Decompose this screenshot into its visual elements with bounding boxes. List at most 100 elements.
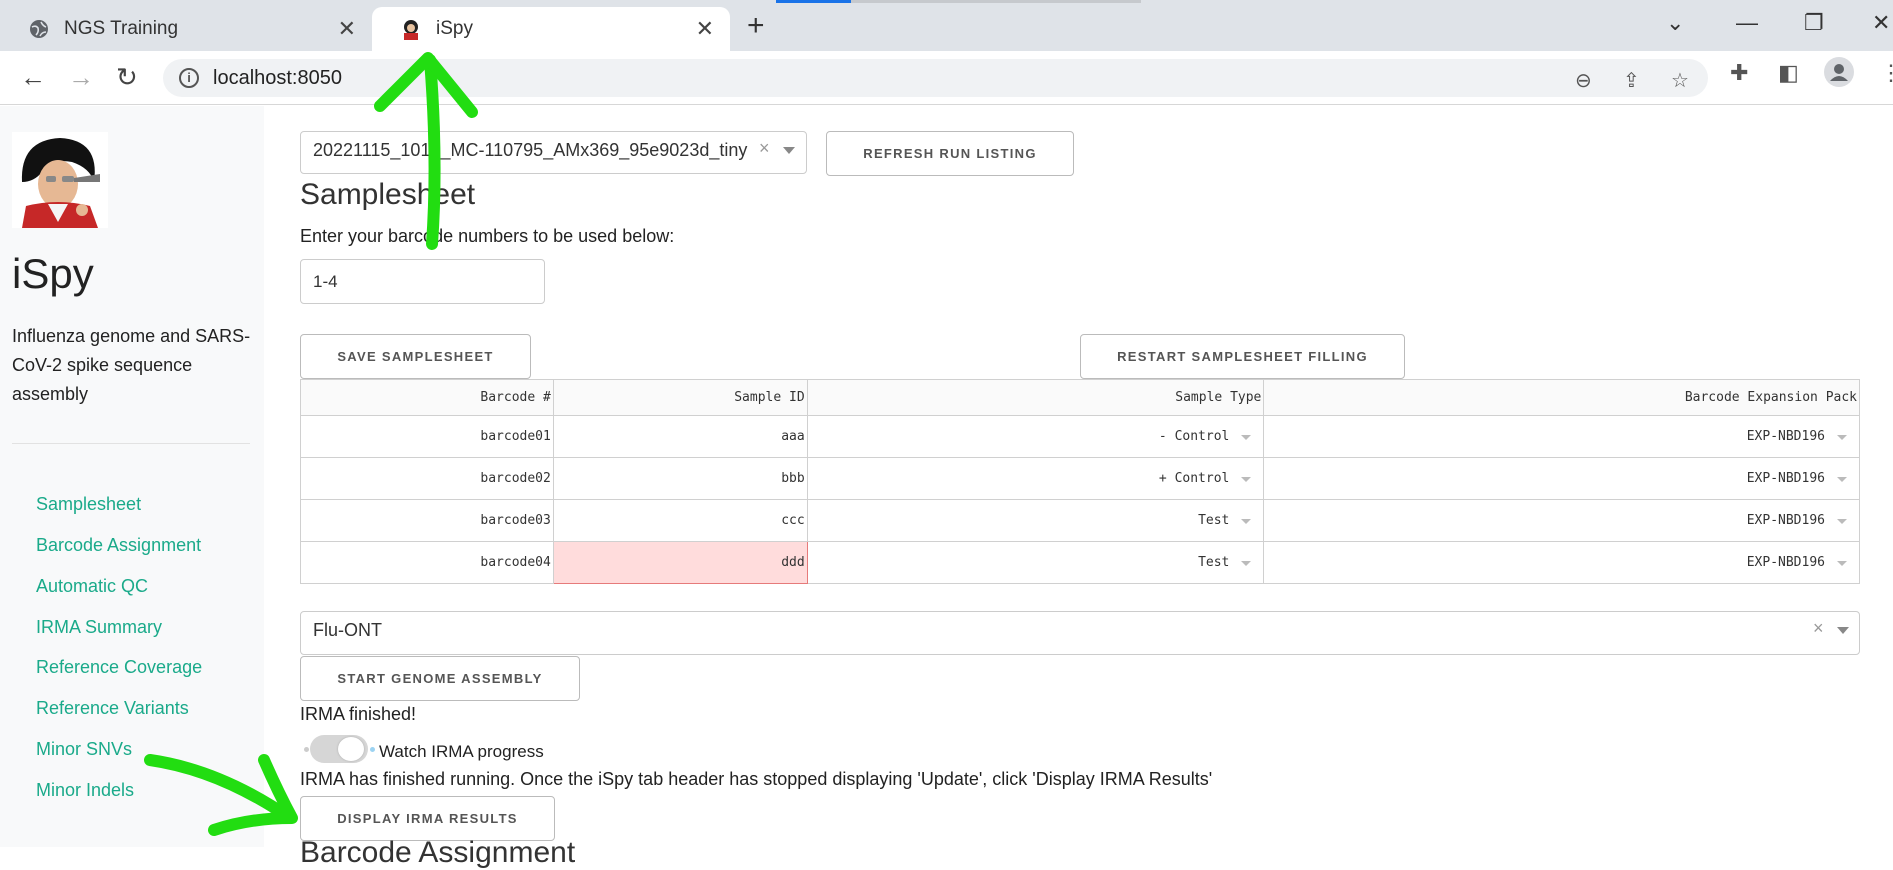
sidebar: iSpy Influenza genome and SARS-CoV-2 spi…: [0, 106, 264, 847]
clear-icon[interactable]: ×: [759, 138, 770, 159]
sample-id-cell[interactable]: bbb: [552, 457, 808, 500]
minimize-icon[interactable]: —: [1736, 10, 1758, 36]
address-bar[interactable]: i localhost:8050 ⊖ ⇪ ☆: [163, 59, 1708, 97]
sample-type-cell[interactable]: + Control: [806, 457, 1265, 500]
nav-link-samplesheet[interactable]: Samplesheet: [36, 494, 141, 515]
barcode-input[interactable]: 1-4: [300, 259, 545, 304]
ispy-favicon-icon: [400, 18, 422, 40]
close-window-icon[interactable]: ✕: [1872, 10, 1890, 36]
irma-status: IRMA finished!: [300, 704, 417, 724]
column-header-barcode[interactable]: Barcode #: [300, 379, 554, 416]
expansion-value: EXP-NBD196: [1746, 429, 1825, 444]
sample-type-cell[interactable]: Test: [806, 499, 1265, 542]
barcode-assignment-heading: Barcode Assignment: [300, 836, 576, 869]
close-icon[interactable]: ✕: [338, 18, 356, 40]
barcode-cell[interactable]: barcode01: [300, 415, 554, 458]
barcode-prompt: Enter your barcode numbers to be used be…: [300, 226, 675, 246]
app-title: iSpy: [12, 250, 94, 297]
bookmark-star-icon[interactable]: ☆: [1671, 68, 1689, 93]
start-genome-assembly-button[interactable]: START GENOME ASSEMBLY: [300, 656, 580, 701]
column-header-sample-id[interactable]: Sample ID: [552, 379, 808, 416]
nav-link-automatic-qc[interactable]: Automatic QC: [36, 576, 148, 597]
site-info-icon[interactable]: i: [179, 68, 199, 88]
restore-icon[interactable]: ❐: [1804, 10, 1824, 36]
chevron-down-icon[interactable]: [1837, 627, 1849, 634]
expansion-cell[interactable]: EXP-NBD196: [1263, 541, 1860, 584]
chevron-down-icon[interactable]: [1837, 435, 1847, 440]
extensions-icon[interactable]: ✚: [1730, 60, 1748, 86]
chevron-down-icon[interactable]: [1241, 477, 1252, 482]
table-header-row: Barcode # Sample ID Sample Type Barcode …: [300, 379, 1860, 416]
nav-link-minor-snvs[interactable]: Minor SNVs: [36, 739, 132, 760]
tab-ispy[interactable]: iSpy ✕: [372, 7, 730, 51]
expansion-cell[interactable]: EXP-NBD196: [1263, 457, 1860, 500]
zoom-out-icon[interactable]: ⊖: [1575, 68, 1592, 93]
column-header-expansion-pack[interactable]: Barcode Expansion Pack: [1263, 379, 1860, 416]
chevron-down-icon[interactable]: [1241, 519, 1252, 524]
restart-samplesheet-button[interactable]: RESTART SAMPLESHEET FILLING: [1080, 334, 1405, 379]
barcode-cell[interactable]: barcode04: [300, 541, 554, 584]
tab-search-icon[interactable]: ⌄: [1666, 10, 1684, 36]
toggle-knob: [338, 737, 364, 761]
run-select-value: 20221115_1016_MC-110795_AMx369_95e9023d_…: [313, 140, 748, 160]
sample-type-value: - Control: [1158, 429, 1230, 444]
url-text: localhost:8050: [213, 67, 342, 89]
sample-type-cell[interactable]: - Control: [806, 415, 1265, 458]
table-row: barcode04 ddd Test EXP-NBD196: [300, 541, 1860, 584]
forward-icon[interactable]: →: [68, 63, 94, 91]
browser-toolbar: ← → ↻ i localhost:8050 ⊖ ⇪ ☆: [0, 51, 1893, 105]
chevron-down-icon[interactable]: [1241, 435, 1252, 440]
app-description: Influenza genome and SARS-CoV-2 spike se…: [12, 326, 251, 404]
browser-tab-bar: NGS Training ✕ iSpy ✕ + ⌄ — ❐ ✕: [0, 0, 1893, 51]
chevron-down-icon[interactable]: [1837, 561, 1847, 566]
nav-link-irma-summary[interactable]: IRMA Summary: [36, 617, 162, 638]
clear-icon[interactable]: ×: [1813, 618, 1824, 639]
nav-link-barcode-assignment[interactable]: Barcode Assignment: [36, 535, 201, 556]
barcode-cell[interactable]: barcode03: [300, 499, 554, 542]
tab-title: NGS Training: [64, 18, 179, 39]
nav-link-reference-coverage[interactable]: Reference Coverage: [36, 657, 202, 678]
sample-id-cell-error[interactable]: ddd: [552, 541, 808, 584]
sample-type-cell[interactable]: Test: [806, 541, 1265, 584]
module-select[interactable]: Flu-ONT ×: [300, 611, 1860, 655]
table-row: barcode02 bbb + Control EXP-NBD196: [300, 457, 1860, 500]
tab-ngs-training[interactable]: NGS Training ✕: [0, 7, 372, 51]
chevron-down-icon[interactable]: [1837, 519, 1847, 524]
toggle-dot-on: [370, 747, 375, 752]
refresh-run-listing-button[interactable]: REFRESH RUN LISTING: [826, 131, 1074, 176]
run-select[interactable]: 20221115_1016_MC-110795_AMx369_95e9023d_…: [300, 131, 807, 174]
expansion-cell[interactable]: EXP-NBD196: [1263, 415, 1860, 458]
table-row: barcode03 ccc Test EXP-NBD196: [300, 499, 1860, 542]
expansion-value: EXP-NBD196: [1746, 513, 1825, 528]
display-irma-results-button[interactable]: DISPLAY IRMA RESULTS: [300, 796, 555, 841]
expansion-value: EXP-NBD196: [1746, 471, 1825, 486]
column-header-sample-type[interactable]: Sample Type: [806, 379, 1265, 416]
chevron-down-icon[interactable]: [1241, 561, 1252, 566]
profile-avatar-icon[interactable]: [1824, 57, 1854, 93]
nav-link-reference-variants[interactable]: Reference Variants: [36, 698, 189, 719]
irma-message: IRMA has finished running. Once the iSpy…: [300, 769, 1213, 789]
reload-icon[interactable]: ↻: [116, 63, 138, 91]
back-icon[interactable]: ←: [20, 63, 46, 91]
sample-id-cell[interactable]: aaa: [552, 415, 808, 458]
save-samplesheet-button[interactable]: SAVE SAMPLESHEET: [300, 334, 531, 379]
barcode-cell[interactable]: barcode02: [300, 457, 554, 500]
ispy-logo: [12, 132, 108, 228]
new-tab-icon[interactable]: +: [747, 9, 765, 43]
table-row: barcode01 aaa - Control EXP-NBD196: [300, 415, 1860, 458]
loading-indicator: [776, 0, 851, 3]
globe-icon: [28, 18, 50, 40]
side-panel-icon[interactable]: ◧: [1778, 60, 1799, 86]
sample-id-cell[interactable]: ccc: [552, 499, 808, 542]
expansion-value: EXP-NBD196: [1746, 555, 1825, 570]
close-icon[interactable]: ✕: [696, 18, 714, 40]
tab-strip-hint: [851, 0, 1141, 3]
share-icon[interactable]: ⇪: [1623, 68, 1640, 93]
sidebar-divider: [12, 443, 250, 444]
watch-irma-toggle[interactable]: [304, 733, 375, 765]
expansion-cell[interactable]: EXP-NBD196: [1263, 499, 1860, 542]
nav-link-minor-indels[interactable]: Minor Indels: [36, 780, 134, 801]
chevron-down-icon[interactable]: [783, 147, 795, 154]
chevron-down-icon[interactable]: [1837, 477, 1847, 482]
browser-menu-icon[interactable]: ⋮: [1880, 60, 1893, 86]
